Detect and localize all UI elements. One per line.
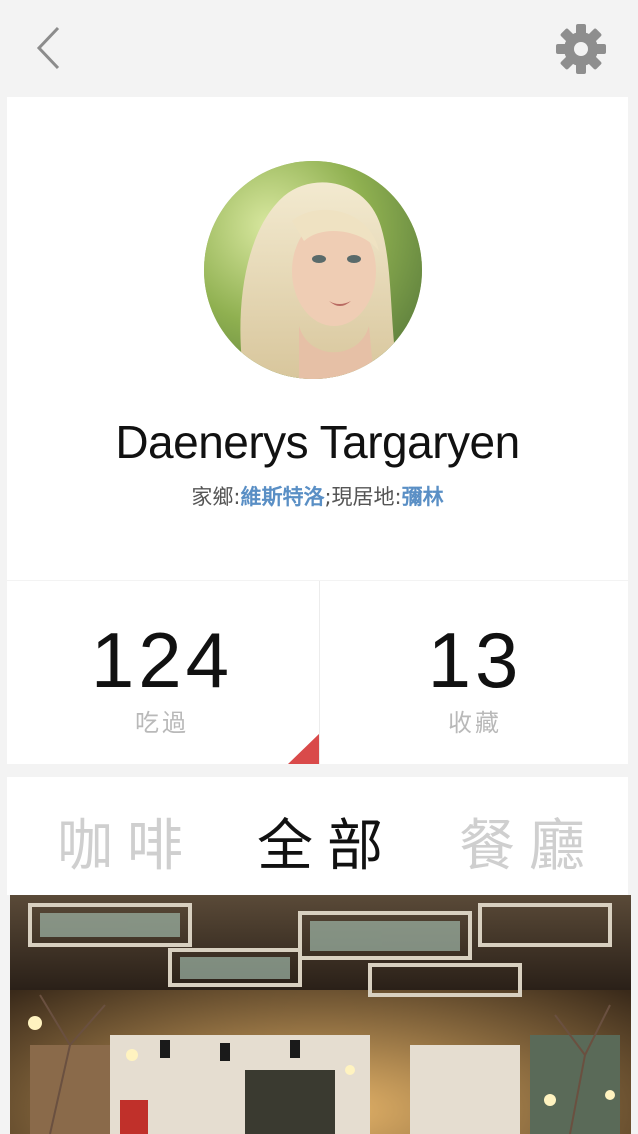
eaten-stat[interactable]: 124 吃過 <box>7 581 320 764</box>
restaurant-photo[interactable] <box>10 895 631 1134</box>
selected-corner-indicator <box>288 733 320 764</box>
avatar[interactable] <box>204 161 422 379</box>
hometown-label: 家鄉: <box>191 485 241 509</box>
hometown-link[interactable]: 維斯特洛 <box>240 485 324 509</box>
favorites-stat[interactable]: 13 收藏 <box>320 581 630 764</box>
gear-icon <box>556 24 606 74</box>
profile-card: Daenerys Targaryen 家鄉:維斯特洛;現居地:彌林 <box>7 97 628 580</box>
eaten-count: 124 <box>90 616 234 704</box>
back-button[interactable] <box>28 22 72 74</box>
profile-name: Daenerys Targaryen <box>115 416 520 468</box>
residence-label: 現居地: <box>331 485 402 509</box>
settings-button[interactable] <box>554 22 608 76</box>
top-bar <box>0 0 638 96</box>
tab-coffee[interactable]: 咖啡 <box>57 801 197 879</box>
tab-all[interactable]: 全部 <box>257 801 397 879</box>
category-tabs: 咖啡 全部 餐廳 <box>7 777 628 895</box>
separator: ; <box>324 485 332 509</box>
favorites-label: 收藏 <box>448 709 502 737</box>
tab-restaurant[interactable]: 餐廳 <box>459 801 599 879</box>
stats-panel: 124 吃過 13 收藏 <box>7 581 628 764</box>
residence-link[interactable]: 彌林 <box>402 485 444 509</box>
chevron-left-icon <box>36 26 60 70</box>
favorites-count: 13 <box>427 616 523 704</box>
eaten-label: 吃過 <box>135 709 189 737</box>
origin-line: 家鄉:維斯特洛;現居地:彌林 <box>7 481 628 511</box>
